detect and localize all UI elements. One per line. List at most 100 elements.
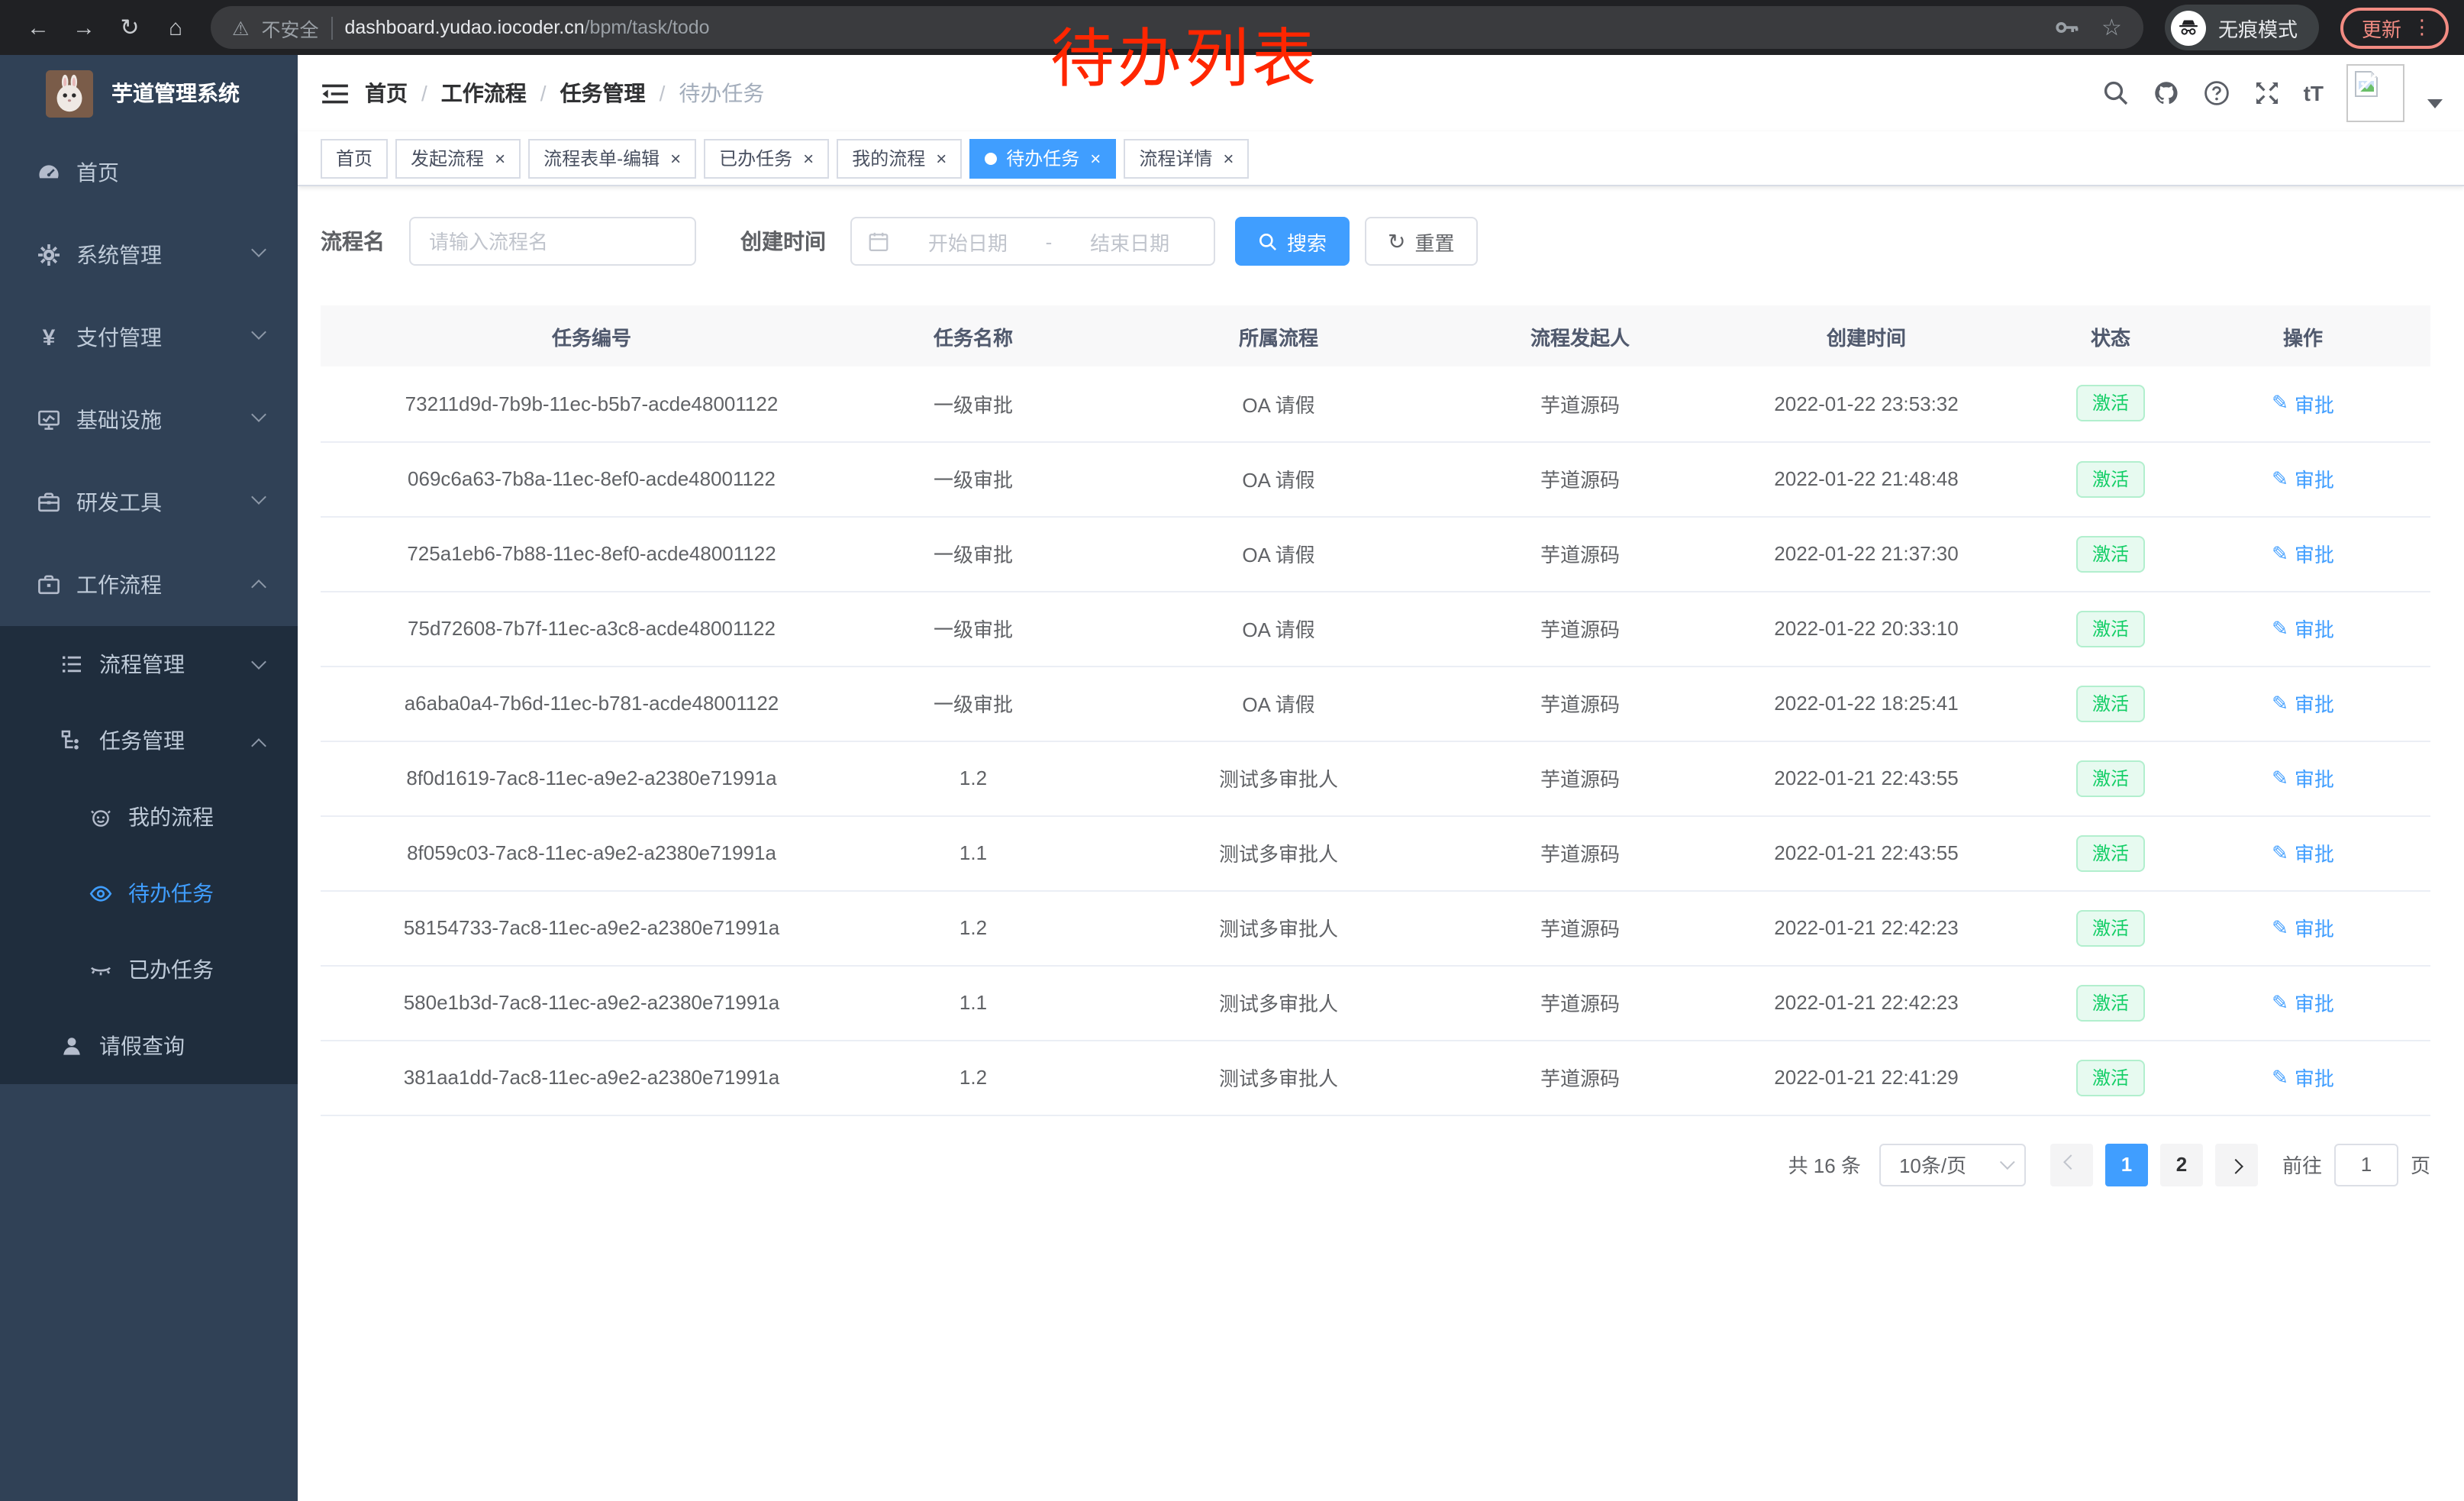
approve-link[interactable]: ✎审批 xyxy=(2272,464,2334,493)
approve-link[interactable]: ✎审批 xyxy=(2272,988,2334,1017)
sidebar-item-infra[interactable]: 基础设施 xyxy=(0,379,298,461)
sidebar-item-my-process[interactable]: 我的流程 xyxy=(0,779,298,855)
approve-link-label: 审批 xyxy=(2295,689,2334,718)
cell-status: 激活 xyxy=(2046,441,2175,516)
back-icon[interactable]: ← xyxy=(15,15,61,40)
search-button-icon xyxy=(1258,231,1278,251)
avatar[interactable] xyxy=(2346,64,2404,122)
goto-page-input[interactable] xyxy=(2334,1143,2398,1186)
approve-link[interactable]: ✎审批 xyxy=(2272,614,2334,643)
tab-home[interactable]: 首页 xyxy=(321,138,388,178)
sidebar-item-process-mgmt[interactable]: 流程管理 xyxy=(0,626,298,702)
process-name-input[interactable] xyxy=(429,230,676,253)
end-date-placeholder[interactable]: 结束日期 xyxy=(1061,227,1198,256)
insecure-label[interactable]: 不安全 xyxy=(261,13,318,42)
help-icon[interactable] xyxy=(2203,79,2230,107)
cell-action: ✎审批 xyxy=(2175,591,2430,666)
sidebar-item-task-mgmt[interactable]: 任务管理 xyxy=(0,702,298,779)
edit-icon: ✎ xyxy=(2272,915,2288,940)
page-button-1[interactable]: 1 xyxy=(2105,1143,2148,1186)
sidebar-logo-row[interactable]: 芋道管理系统 xyxy=(0,55,298,131)
bookmark-star-icon[interactable]: ☆ xyxy=(2101,14,2122,41)
close-icon[interactable]: × xyxy=(670,149,681,167)
start-date-placeholder[interactable]: 开始日期 xyxy=(899,227,1037,256)
tab-done-task[interactable]: 已办任务 × xyxy=(704,138,829,178)
pager: 12 xyxy=(2050,1143,2258,1186)
page-button-2[interactable]: 2 xyxy=(2160,1143,2203,1186)
github-icon[interactable] xyxy=(2153,79,2180,107)
approve-link[interactable]: ✎ 审批 xyxy=(2272,689,2334,718)
cell-status: 激活 xyxy=(2046,1040,2175,1115)
sidebar-item-home[interactable]: 首页 xyxy=(0,131,298,214)
update-label[interactable]: 更新 xyxy=(2362,13,2401,42)
breadcrumb-item: 待办任务 xyxy=(679,78,764,108)
key-icon[interactable] xyxy=(2053,14,2080,41)
reload-icon[interactable]: ↻ xyxy=(107,14,153,41)
approve-link[interactable]: ✎审批 xyxy=(2272,539,2334,568)
tab-todo-task[interactable]: 待办任务× xyxy=(969,138,1116,178)
cell-starter: 芋道源码 xyxy=(1473,441,1687,516)
close-icon[interactable]: × xyxy=(803,149,814,167)
fullscreen-icon[interactable] xyxy=(2253,79,2281,107)
sidebar-item-payment[interactable]: ¥支付管理 xyxy=(0,296,298,379)
status-badge: 激活 xyxy=(2077,760,2144,796)
cell-process: OA 请假 xyxy=(1084,516,1473,591)
reset-button[interactable]: ↻ 重置 xyxy=(1365,217,1478,266)
cell-process: 测试多审批人 xyxy=(1084,1040,1473,1115)
chevron-down-icon xyxy=(251,654,266,670)
approve-link[interactable]: ✎审批 xyxy=(2272,913,2334,942)
browser-menu-icon[interactable]: ⋮ xyxy=(2412,15,2432,40)
address-bar[interactable]: ⚠ 不安全 dashboard.yudao.iocoder.cn/bpm/tas… xyxy=(211,6,2143,49)
incognito-label: 无痕模式 xyxy=(2218,13,2298,42)
sidebar-item-devtools[interactable]: 研发工具 xyxy=(0,461,298,544)
avatar-dropdown-icon[interactable] xyxy=(2427,99,2443,108)
tab-my-process[interactable]: 我的流程× xyxy=(837,138,962,178)
url-domain: dashboard.yudao.iocoder.cn xyxy=(344,17,584,38)
approve-link[interactable]: ✎审批 xyxy=(2272,838,2334,867)
edit-icon: ✎ xyxy=(2272,990,2288,1015)
breadcrumb-item[interactable]: 工作流程 xyxy=(441,78,527,108)
close-icon[interactable]: × xyxy=(1223,149,1234,167)
collapse-sidebar-icon[interactable] xyxy=(321,80,350,106)
tab-label: 已办任务 xyxy=(719,145,792,171)
cell-id: a6aba0a4-7b6d-11ec-b781-acde48001122 xyxy=(321,666,863,741)
next-page-button[interactable] xyxy=(2215,1143,2258,1186)
approve-link[interactable]: ✎审批 xyxy=(2272,1063,2334,1092)
range-separator: - xyxy=(1046,230,1053,253)
sidebar-item-todo-task[interactable]: 待办任务 xyxy=(0,855,298,931)
table-row: 75d72608-7b7f-11ec-a3c8-acde48001122一级审批… xyxy=(321,591,2430,666)
sidebar-item-label: 支付管理 xyxy=(76,322,162,353)
tab-form-edit[interactable]: 流程表单-编辑× xyxy=(528,138,696,178)
prev-page-button[interactable] xyxy=(2050,1143,2093,1186)
status-badge: 激活 xyxy=(2077,685,2144,721)
close-icon[interactable]: × xyxy=(495,149,505,167)
font-size-icon[interactable]: tT xyxy=(2304,81,2324,105)
incognito-badge: 无痕模式 xyxy=(2165,5,2319,50)
edit-icon: ✎ xyxy=(2272,691,2288,715)
forward-icon[interactable]: → xyxy=(61,15,107,40)
close-icon[interactable]: × xyxy=(936,149,947,167)
sidebar-item-label: 任务管理 xyxy=(99,725,185,756)
sidebar-item-workflow[interactable]: 工作流程 xyxy=(0,544,298,626)
cell-created: 2022-01-22 21:37:30 xyxy=(1687,516,2046,591)
chevron-down-icon xyxy=(251,489,266,505)
page-size-select[interactable]: 10条/页 xyxy=(1879,1143,2026,1186)
page-url[interactable]: dashboard.yudao.iocoder.cn/bpm/task/todo xyxy=(344,17,709,38)
search-button[interactable]: 搜索 xyxy=(1235,217,1350,266)
sidebar-item-leave-query[interactable]: 请假查询 xyxy=(0,1008,298,1084)
sidebar-item-system[interactable]: 系统管理 xyxy=(0,214,298,296)
tab-start-process[interactable]: 发起流程× xyxy=(395,138,521,178)
approve-link[interactable]: ✎审批 xyxy=(2272,763,2334,792)
table-row: 725a1eb6-7b88-11ec-8ef0-acde48001122一级审批… xyxy=(321,516,2430,591)
date-range-picker[interactable]: 开始日期 - 结束日期 xyxy=(850,217,1215,266)
breadcrumb-item[interactable]: 首页 xyxy=(365,78,408,108)
approve-link[interactable]: ✎审批 xyxy=(2272,389,2334,418)
search-icon[interactable] xyxy=(2102,79,2130,107)
sidebar-item-done-task[interactable]: 已办任务 xyxy=(0,931,298,1008)
breadcrumb-item[interactable]: 任务管理 xyxy=(560,78,646,108)
sidebar-item-label: 研发工具 xyxy=(76,487,162,518)
browser-update-button[interactable]: 更新 ⋮ xyxy=(2340,7,2449,48)
tab-process-detail[interactable]: 流程详情× xyxy=(1124,138,1249,178)
close-icon[interactable]: × xyxy=(1090,149,1101,167)
home-icon[interactable]: ⌂ xyxy=(153,15,198,40)
